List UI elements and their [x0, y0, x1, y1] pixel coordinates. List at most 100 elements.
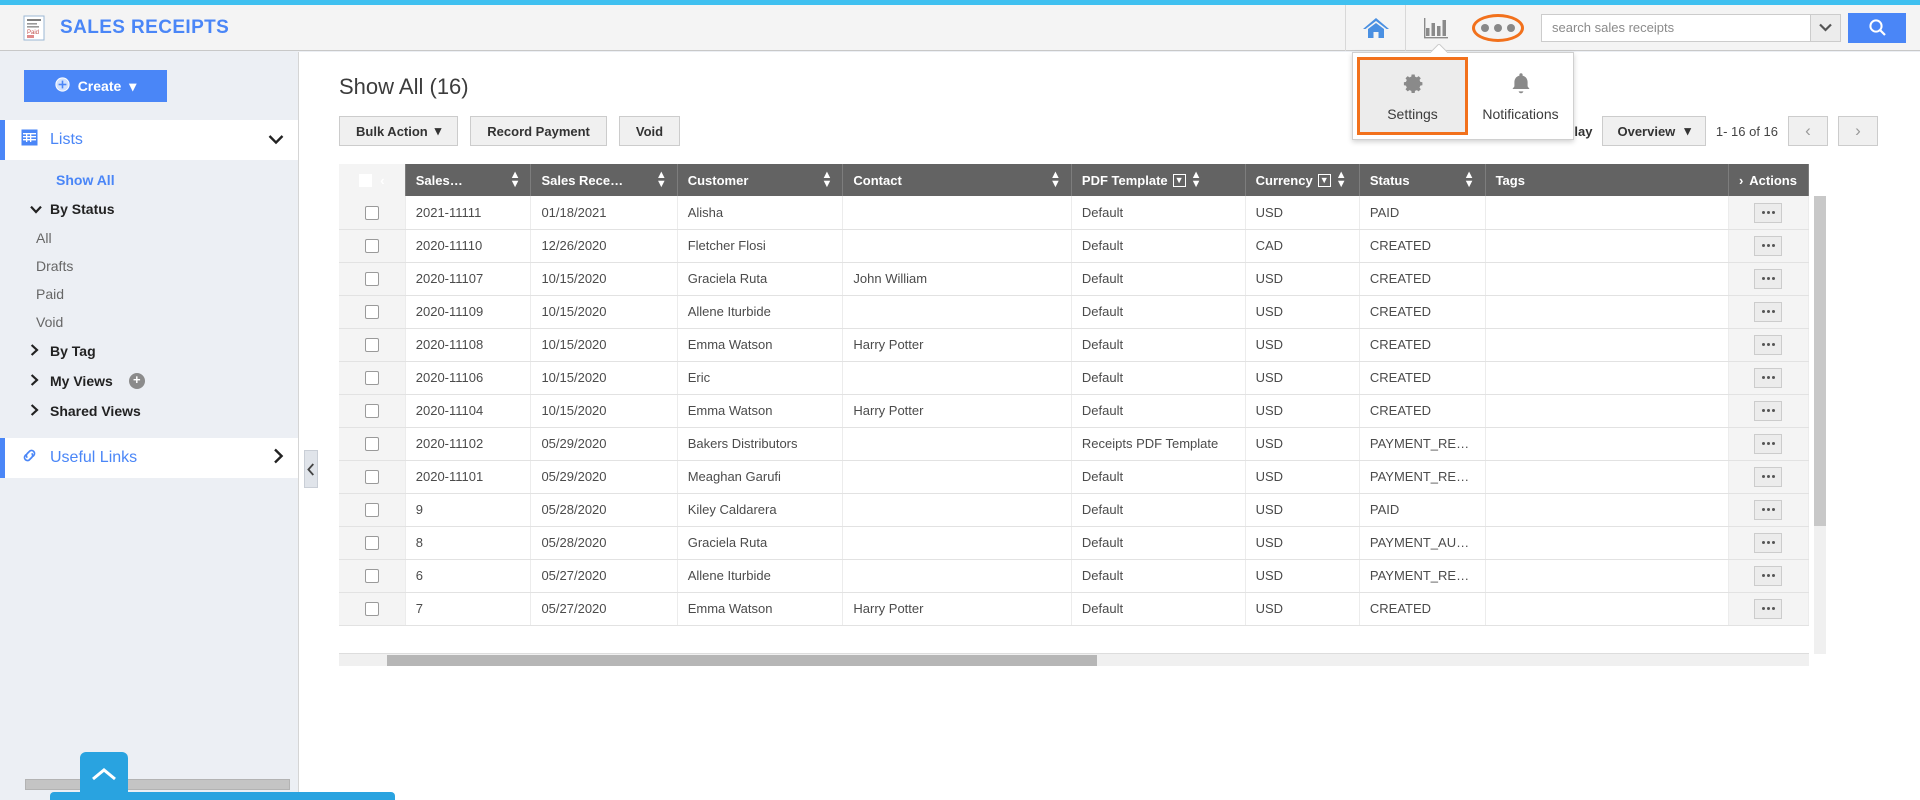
- chevron-right-icon[interactable]: [273, 448, 284, 468]
- chevron-down-icon[interactable]: [268, 132, 284, 149]
- sidebar-item-lists[interactable]: Lists: [0, 120, 298, 160]
- column-header-actions[interactable]: › Actions: [1728, 164, 1810, 196]
- table-vertical-scrollbar[interactable]: [1814, 196, 1826, 654]
- row-actions-cell[interactable]: [1728, 526, 1810, 560]
- add-view-button[interactable]: +: [128, 373, 145, 389]
- row-actions-cell[interactable]: [1728, 262, 1810, 296]
- column-header-sales-no[interactable]: Sales… ▲ ▼: [405, 164, 532, 196]
- table-row[interactable]: 8 05/28/2020 Graciela Ruta Default USD PAYMEN…: [339, 526, 1810, 560]
- ellipsis-icon[interactable]: [1754, 400, 1783, 421]
- table-row[interactable]: 2020-11102 05/29/2020 Bakers Distributors R…: [339, 427, 1810, 461]
- sort-icon[interactable]: ▲ ▼: [1050, 170, 1061, 190]
- filter-icon[interactable]: ▼: [1172, 173, 1186, 187]
- row-select-cell[interactable]: [339, 493, 406, 527]
- sidebar-item-show-all[interactable]: Show All: [0, 166, 298, 194]
- row-select-cell[interactable]: [339, 262, 406, 296]
- row-actions-cell[interactable]: [1728, 328, 1810, 362]
- table-row[interactable]: 7 05/27/2020 Emma Watson Harry Potter Defaul…: [339, 592, 1810, 626]
- search-button[interactable]: [1848, 12, 1906, 43]
- table-row[interactable]: 2020-11101 05/29/2020 Meaghan Garufi Defaul…: [339, 460, 1810, 494]
- next-page-button[interactable]: ›: [1838, 116, 1878, 146]
- row-select-cell[interactable]: [339, 196, 406, 230]
- ellipsis-icon[interactable]: [1472, 13, 1524, 42]
- menu-item-settings[interactable]: Settings: [1357, 57, 1468, 135]
- table-horizontal-scrollbar[interactable]: [339, 653, 1809, 666]
- sidebar-item-paid[interactable]: Paid: [0, 280, 298, 308]
- bulk-action-button[interactable]: Bulk Action ▾: [339, 116, 459, 146]
- row-checkbox[interactable]: [364, 272, 379, 287]
- row-checkbox[interactable]: [364, 305, 379, 320]
- row-actions-cell[interactable]: [1728, 493, 1810, 527]
- table-row[interactable]: 2020-11106 10/15/2020 Eric Default USD CREATE…: [339, 361, 1810, 395]
- column-header-currency[interactable]: Currency ▼ ▲ ▼: [1245, 164, 1360, 196]
- ellipsis-icon[interactable]: [1754, 532, 1783, 553]
- sidebar-item-void[interactable]: Void: [0, 308, 298, 336]
- row-select-cell[interactable]: [339, 526, 406, 560]
- row-actions-cell[interactable]: [1728, 361, 1810, 395]
- void-button[interactable]: Void: [618, 116, 681, 146]
- sort-icon[interactable]: ▲ ▼: [1464, 170, 1475, 190]
- ellipsis-icon[interactable]: [1754, 301, 1783, 322]
- sidebar-group-my-views[interactable]: My Views +: [0, 366, 298, 396]
- row-actions-cell[interactable]: [1728, 460, 1810, 494]
- column-header-status[interactable]: Status ▲ ▼: [1359, 164, 1486, 196]
- scroll-to-top-button[interactable]: [80, 752, 128, 798]
- prev-page-button[interactable]: ‹: [1788, 116, 1828, 146]
- ellipsis-icon[interactable]: [1754, 367, 1783, 388]
- table-row[interactable]: 2021-11111 01/18/2021 Alisha Default USD PAID: [339, 196, 1810, 230]
- row-select-cell[interactable]: [339, 559, 406, 593]
- sort-icon[interactable]: ▲ ▼: [1191, 170, 1202, 190]
- row-checkbox[interactable]: [364, 602, 379, 617]
- ellipsis-icon[interactable]: [1754, 598, 1783, 619]
- select-all-checkbox[interactable]: [359, 173, 373, 187]
- sidebar-group-shared-views[interactable]: Shared Views: [0, 396, 298, 426]
- sidebar-item-all[interactable]: All: [0, 224, 298, 252]
- sort-icon[interactable]: ▲ ▼: [1336, 170, 1347, 190]
- ellipsis-icon[interactable]: [1754, 565, 1783, 586]
- row-select-cell[interactable]: [339, 361, 406, 395]
- row-actions-cell[interactable]: [1728, 229, 1810, 263]
- table-row[interactable]: 2020-11107 10/15/2020 Graciela Ruta John Wi…: [339, 262, 1810, 296]
- row-actions-cell[interactable]: [1728, 592, 1810, 626]
- sidebar-group-by-status[interactable]: By Status: [0, 194, 298, 224]
- row-select-cell[interactable]: [339, 295, 406, 329]
- row-checkbox[interactable]: [364, 338, 379, 353]
- row-select-cell[interactable]: [339, 460, 406, 494]
- page-horizontal-scrollbar[interactable]: [25, 779, 290, 790]
- table-row[interactable]: 2020-11110 12/26/2020 Fletcher Flosi Defaul…: [339, 229, 1810, 263]
- row-select-cell[interactable]: [339, 328, 406, 362]
- more-menu-button[interactable]: [1465, 5, 1531, 51]
- actions-expand-icon[interactable]: ›: [1739, 173, 1743, 188]
- ellipsis-icon[interactable]: [1754, 334, 1783, 355]
- sidebar-group-by-tag[interactable]: By Tag: [0, 336, 298, 366]
- row-actions-cell[interactable]: [1728, 196, 1810, 230]
- row-checkbox[interactable]: [364, 503, 379, 518]
- sort-icon[interactable]: ▲ ▼: [822, 170, 833, 190]
- table-row[interactable]: 9 05/28/2020 Kiley Caldarera Default USD PAID: [339, 493, 1810, 527]
- record-payment-button[interactable]: Record Payment: [470, 116, 607, 146]
- ellipsis-icon[interactable]: [1754, 466, 1783, 487]
- row-checkbox[interactable]: [364, 536, 379, 551]
- column-header-tags[interactable]: Tags: [1485, 164, 1729, 196]
- column-header-customer[interactable]: Customer ▲ ▼: [677, 164, 844, 196]
- ellipsis-icon[interactable]: [1754, 433, 1783, 454]
- display-mode-select[interactable]: Overview ▾: [1602, 116, 1706, 146]
- sort-icon[interactable]: ▲ ▼: [510, 170, 521, 190]
- row-checkbox[interactable]: [364, 239, 379, 254]
- ellipsis-icon[interactable]: [1754, 202, 1783, 223]
- row-checkbox[interactable]: [364, 569, 379, 584]
- table-row[interactable]: 2020-11104 10/15/2020 Emma Watson Harry Pot…: [339, 394, 1810, 428]
- row-checkbox[interactable]: [364, 470, 379, 485]
- select-all-header[interactable]: ‹: [339, 164, 406, 196]
- hscroll-thumb[interactable]: [387, 655, 1097, 666]
- column-header-date[interactable]: Sales Rece… ▲ ▼: [530, 164, 678, 196]
- row-select-cell[interactable]: [339, 394, 406, 428]
- row-checkbox[interactable]: [364, 437, 379, 452]
- row-select-cell[interactable]: [339, 229, 406, 263]
- table-row[interactable]: 2020-11108 10/15/2020 Emma Watson Harry Pot…: [339, 328, 1810, 362]
- create-button[interactable]: Create ▾: [24, 70, 167, 102]
- chevron-down-icon[interactable]: [1811, 13, 1841, 42]
- ellipsis-icon[interactable]: [1754, 235, 1783, 256]
- sort-icon[interactable]: ▲ ▼: [656, 170, 667, 190]
- table-row[interactable]: 2020-11109 10/15/2020 Allene Iturbide Defau…: [339, 295, 1810, 329]
